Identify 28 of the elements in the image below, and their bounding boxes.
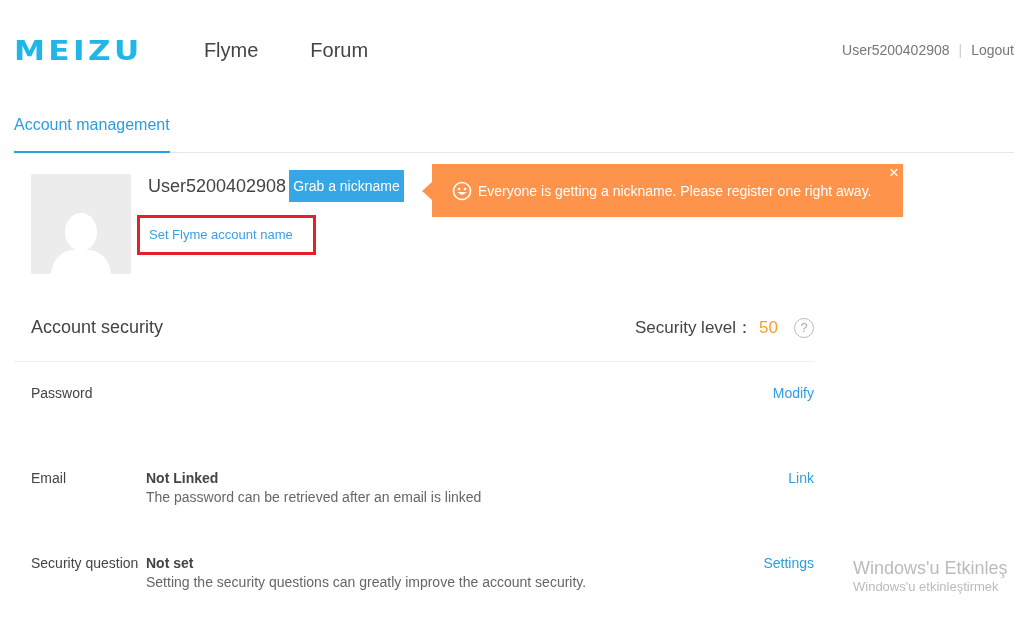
action-link[interactable]: Modify (772, 384, 814, 447)
toast-message: Everyone is getting a nickname. Please register one right away. (478, 182, 872, 199)
description-text: The password can be retrieved after an email is linked (146, 488, 483, 507)
section-title: Account security (31, 317, 164, 338)
row-label: Email (31, 469, 67, 488)
row-label: Password (31, 384, 94, 403)
logo[interactable]: MEIZU (14, 34, 143, 66)
logout-link[interactable]: Logout (971, 42, 1014, 58)
status-text: Not Linked (146, 469, 220, 488)
action-link[interactable]: Link (788, 469, 814, 532)
row-label: Security question (31, 554, 140, 573)
nickname-button[interactable]: Grab a nickname (289, 170, 404, 202)
nav-link[interactable]: Forum (310, 38, 369, 62)
description-text: Setting the security questions can greatly improve the account security. (146, 573, 588, 592)
close-button[interactable]: × (887, 164, 901, 182)
tab[interactable]: Account management (14, 100, 170, 153)
account-name-link[interactable]: Set Flyme account name (149, 227, 293, 242)
activation-text: Windows'u etkinleştirmek (853, 579, 1000, 594)
security-level-value: 50 (759, 317, 778, 338)
nav-link[interactable]: Flyme (203, 38, 259, 62)
activation-title: Windows'u Etkinleş (853, 558, 1008, 579)
profile-username: User5200402908 (148, 175, 287, 197)
action-link[interactable]: Settings (763, 554, 814, 617)
security-level-label: Security level： (634, 317, 754, 339)
status-text: Not set (146, 554, 195, 573)
separator: | (958, 42, 963, 58)
username[interactable]: User5200402908 (842, 42, 950, 58)
smiley-icon (452, 180, 472, 201)
